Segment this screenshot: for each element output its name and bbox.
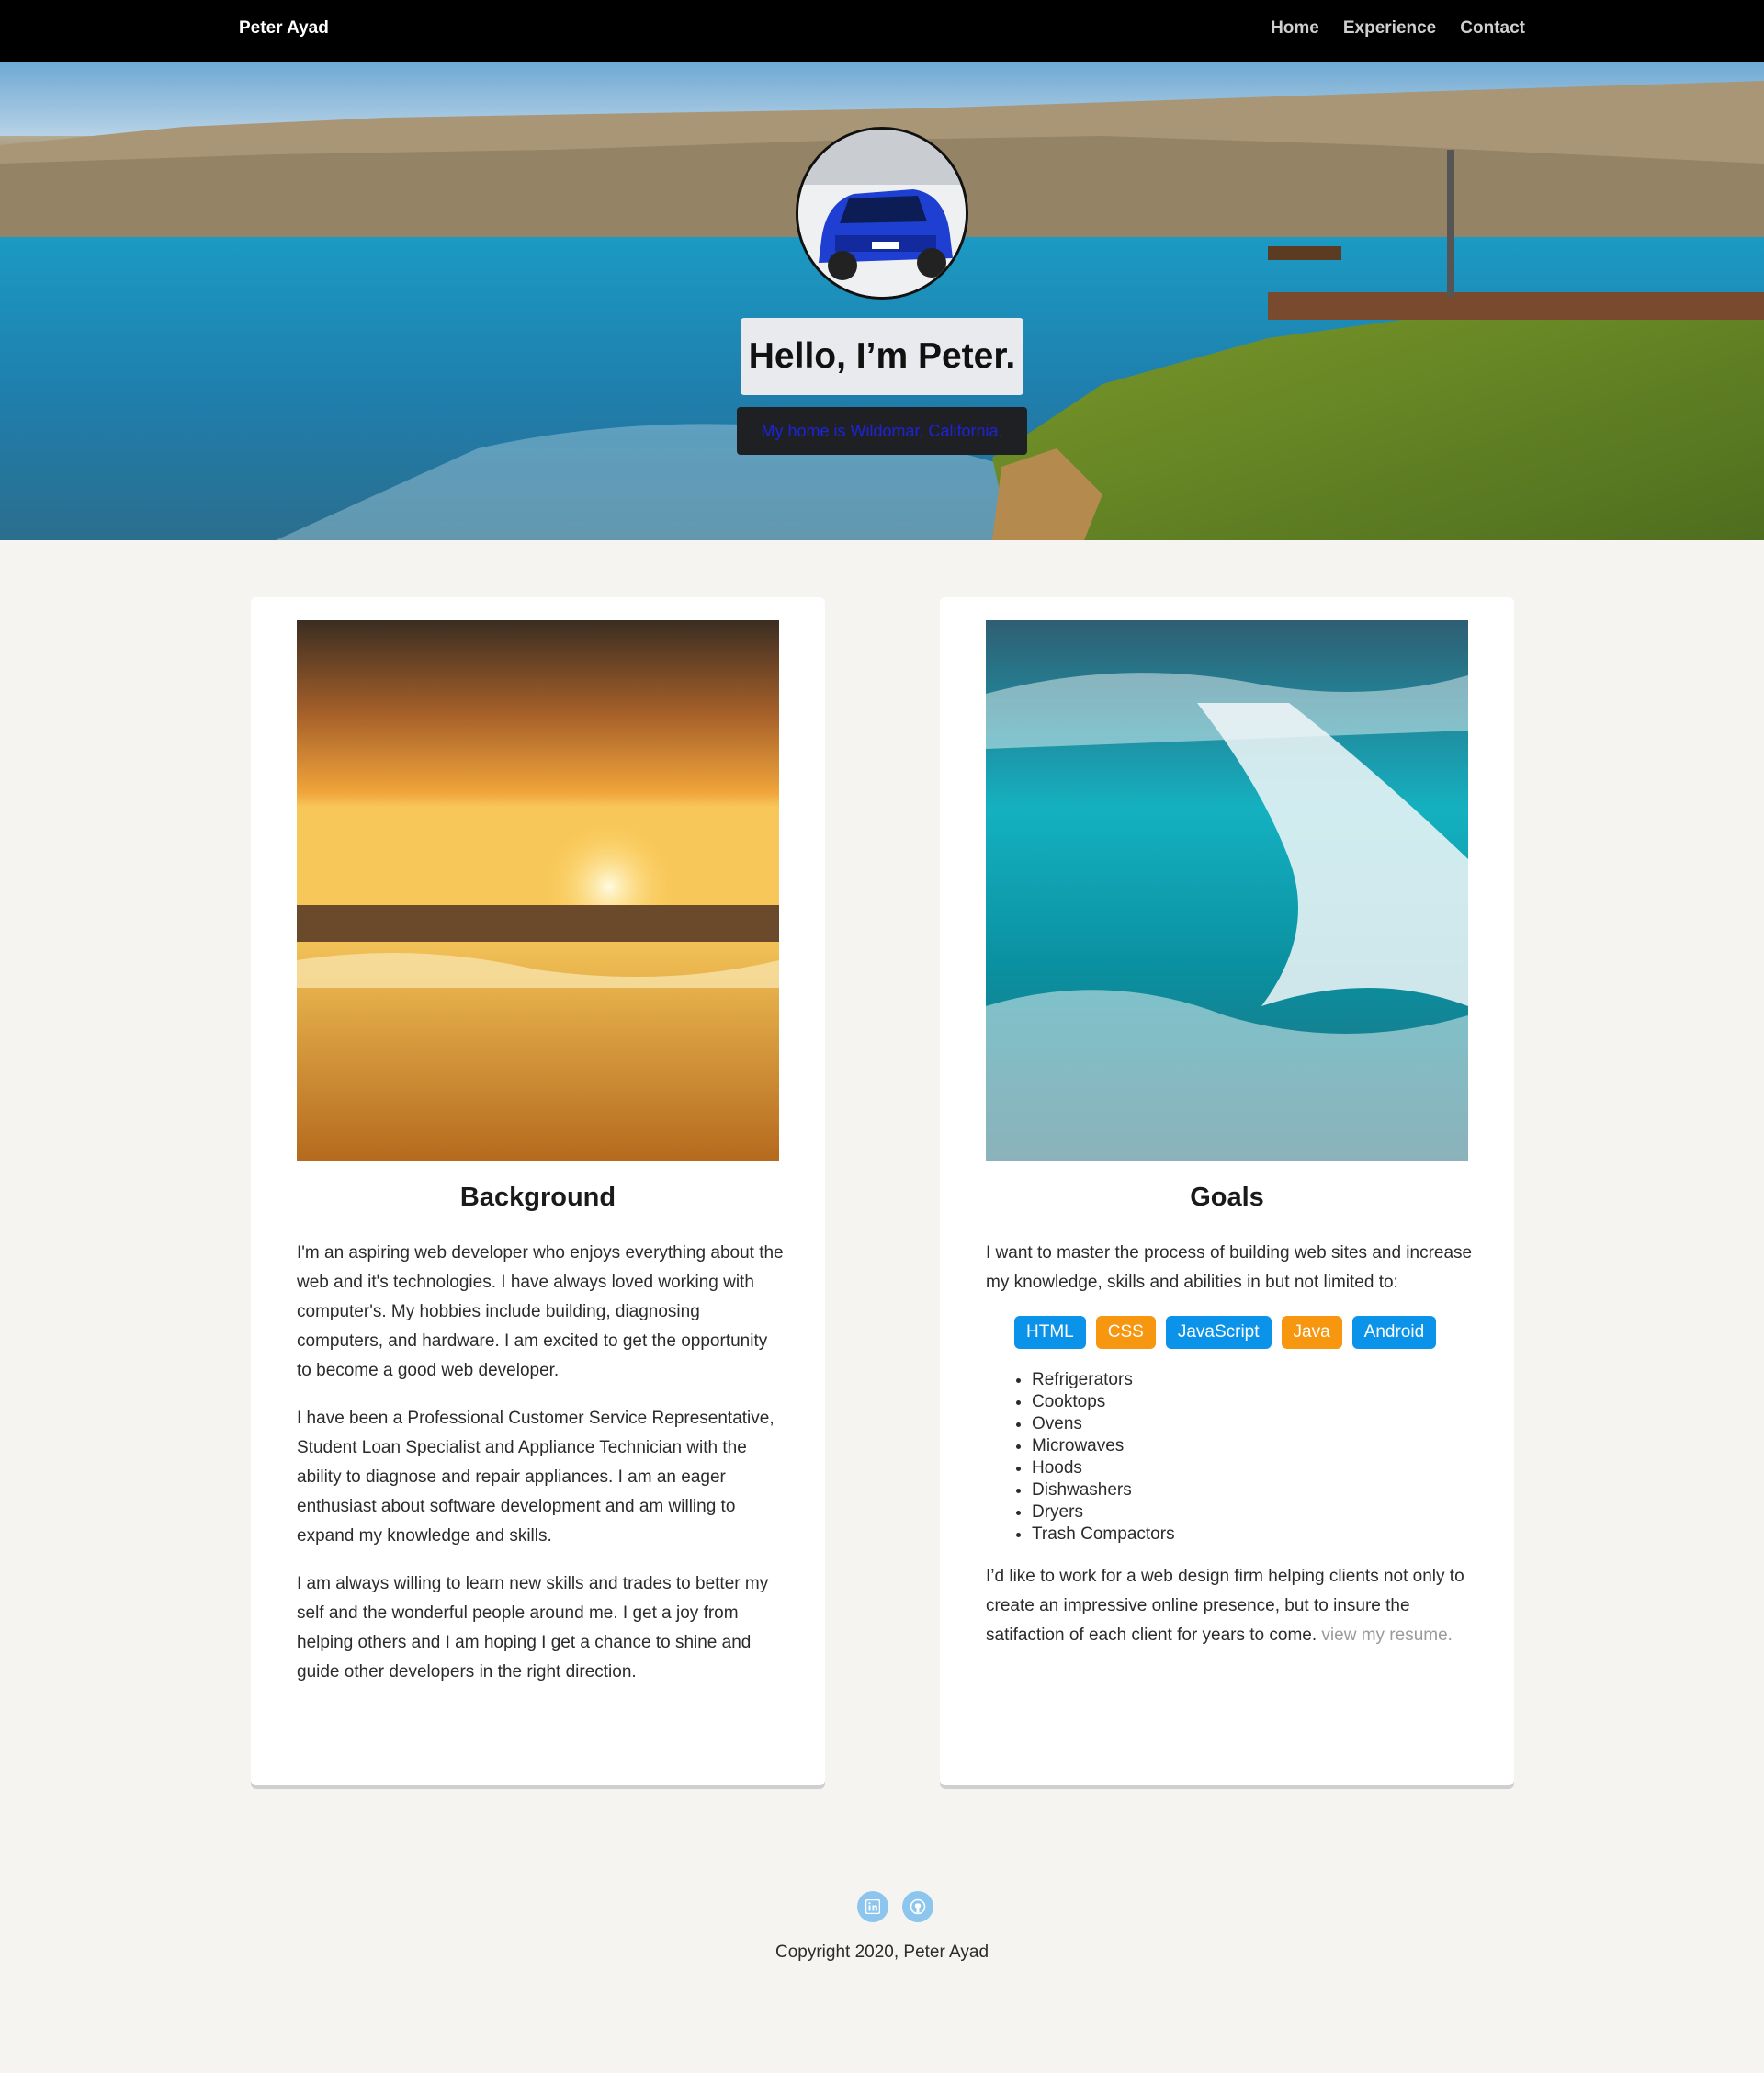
goals-intro: I want to master the process of building… [986,1243,1473,1292]
background-paragraph-2: I have been a Professional Customer Serv… [297,1409,775,1546]
navbar: Peter Ayad Home Experience Contact [0,0,1764,62]
list-item: Hoods [1032,1457,1473,1479]
goals-title: Goals [1190,1183,1264,1212]
goals-image [986,620,1468,1161]
list-item: Refrigerators [1032,1369,1473,1391]
hero-subtitle-box: My home is Wildomar, California. [737,407,1027,455]
copyright-text: Copyright 2020, Peter Ayad [775,1943,989,1962]
list-item: Microwaves [1032,1435,1473,1457]
background-title: Background [459,1183,616,1212]
hero-title-box: Hello, I’m Peter. [741,318,1023,395]
resume-link[interactable]: view my resume. [1321,1626,1453,1645]
nav-link-home[interactable]: Home [1271,18,1319,39]
brand-link[interactable]: Peter Ayad [239,18,329,39]
tag-javascript: JavaScript [1165,1316,1272,1349]
nav-links: Home Experience Contact [1271,18,1525,39]
goals-card: Goals I want to master the process of bu… [940,597,1514,1785]
sunset-beach-image [297,620,779,1161]
social-links [857,1891,933,1922]
background-body: I'm an aspiring web developer who enjoys… [297,1239,784,1705]
list-item: Dishwashers [1032,1479,1473,1501]
list-item: Trash Compactors [1032,1524,1473,1546]
github-icon [910,1898,926,1915]
github-button[interactable] [902,1891,933,1922]
hero-subtitle: My home is Wildomar, California. [761,421,1003,440]
list-item: Ovens [1032,1413,1473,1435]
appliance-list: Refrigerators Cooktops Ovens Microwaves … [1032,1369,1473,1546]
background-paragraph-1: I'm an aspiring web developer who enjoys… [297,1243,784,1380]
list-item: Dryers [1032,1501,1473,1524]
goals-closing: I’d like to work for a web design firm h… [986,1562,1473,1650]
avatar [796,127,968,300]
tag-android: Android [1351,1316,1437,1349]
hero-title: Hello, I’m Peter. [748,336,1016,376]
tag-java: Java [1281,1316,1342,1349]
goals-body: I want to master the process of building… [986,1239,1473,1669]
background-image [297,620,779,1161]
nav-link-contact[interactable]: Contact [1460,18,1525,39]
list-item: Cooktops [1032,1391,1473,1413]
hero-banner: Hello, I’m Peter. My home is Wildomar, C… [0,62,1764,540]
background-paragraph-3: I am always willing to learn new skills … [297,1574,769,1682]
ocean-wave-image [986,620,1468,1161]
car-avatar-icon [798,130,966,297]
tag-html: HTML [1014,1316,1086,1349]
linkedin-button[interactable] [857,1891,888,1922]
tag-css: CSS [1095,1316,1156,1349]
linkedin-icon [865,1899,880,1914]
nav-link-experience[interactable]: Experience [1343,18,1436,39]
skill-tags: HTML CSS JavaScript Java Android [1014,1316,1473,1349]
background-card: Background I'm an aspiring web developer… [251,597,825,1785]
